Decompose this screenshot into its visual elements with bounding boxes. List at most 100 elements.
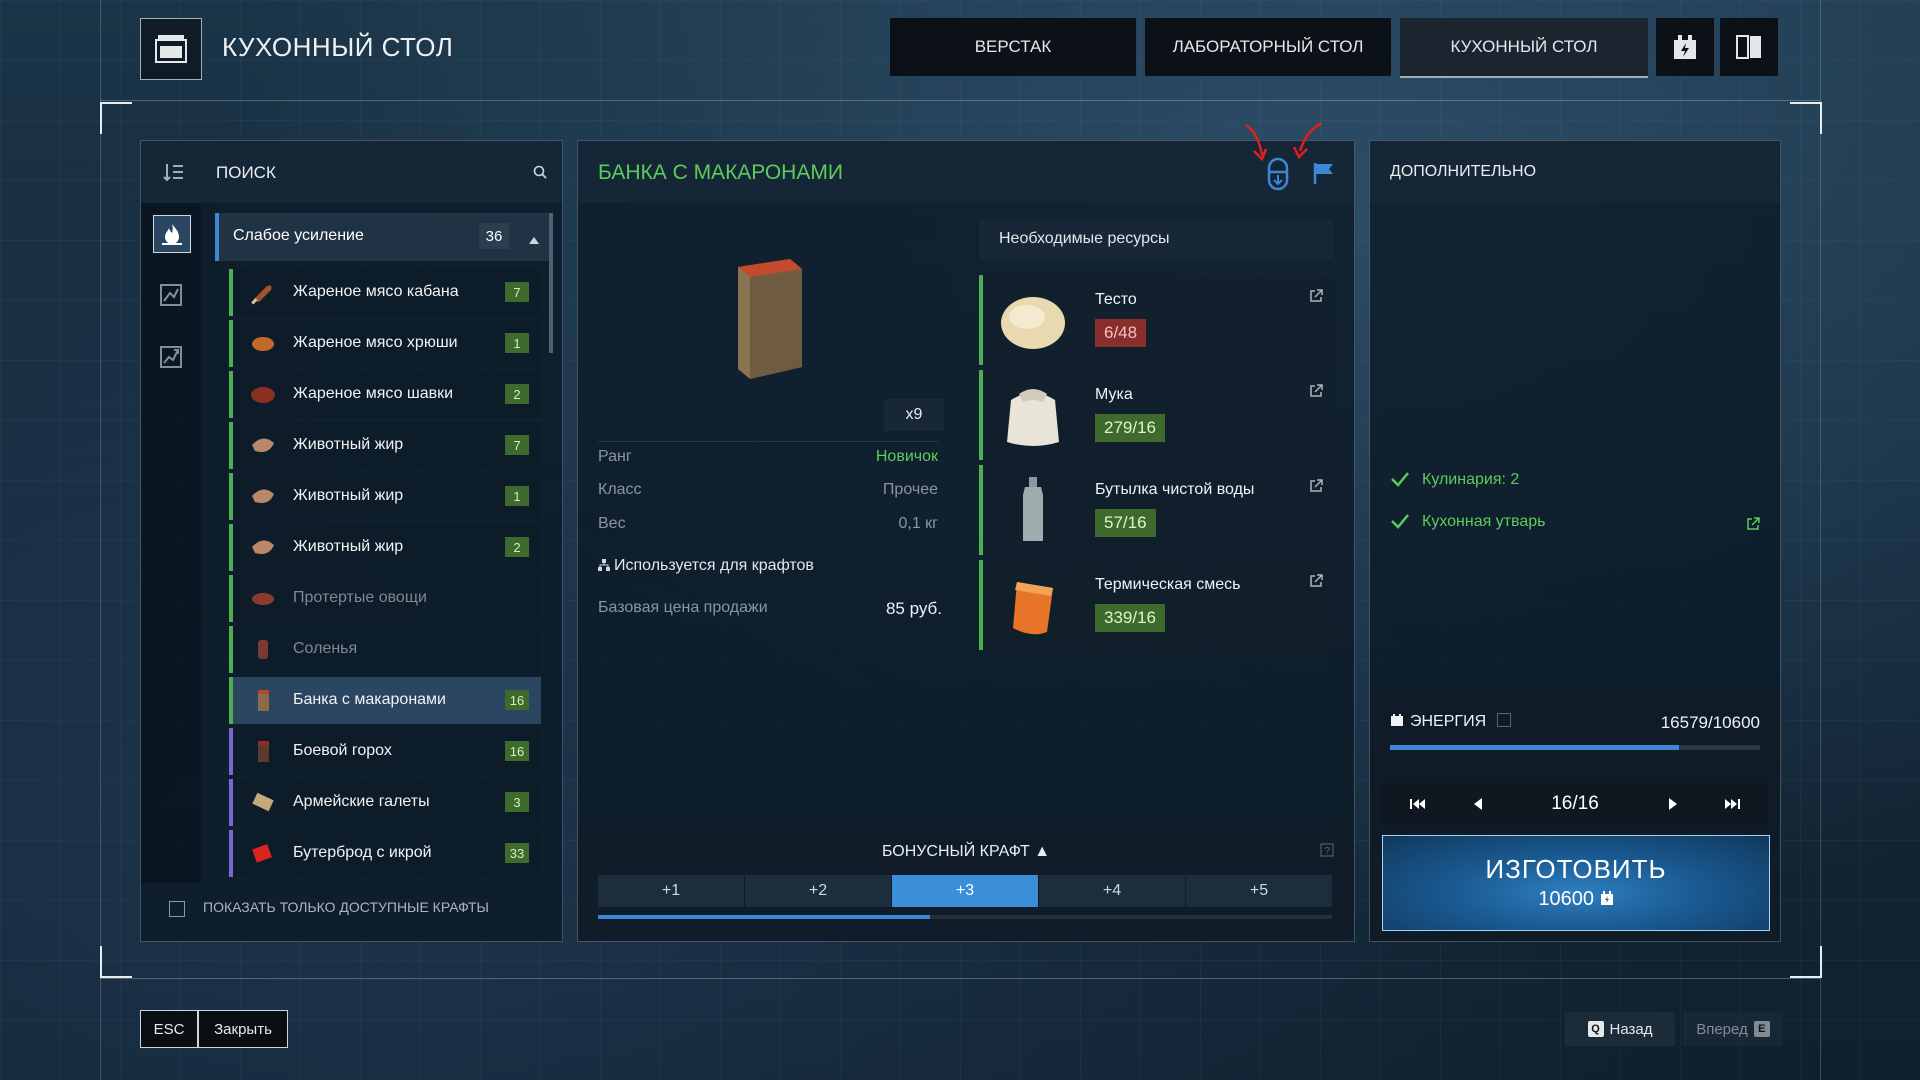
- resource-quantity: 279/16: [1095, 414, 1165, 442]
- forward-button[interactable]: Вперед E: [1683, 1012, 1783, 1046]
- check-icon: [1391, 472, 1409, 487]
- recipe-item[interactable]: Животный жир 2: [229, 524, 541, 571]
- show-available-checkbox[interactable]: [169, 901, 185, 917]
- required-resources-header: Необходимые ресурсы: [979, 219, 1333, 259]
- expand-arrow-icon: ▲: [1034, 843, 1051, 860]
- bonus-craft-title[interactable]: БОНУСНЫЙ КРАФТ ▲: [578, 843, 1354, 861]
- recipe-item[interactable]: Животный жир 7: [229, 422, 541, 469]
- output-multiplier: x9: [884, 399, 944, 431]
- resource-quantity: 57/16: [1095, 509, 1156, 537]
- recipe-group-weak-boost[interactable]: Слабое усиление 36: [215, 213, 551, 261]
- recipe-item[interactable]: Боевой горох 16: [229, 728, 541, 775]
- animal-fat-icon: [252, 540, 274, 554]
- frame-corner-bl: [100, 946, 132, 978]
- bonus-tab-2[interactable]: +2: [745, 875, 891, 907]
- last-page-icon[interactable]: [1706, 783, 1760, 825]
- open-link-icon[interactable]: [1309, 384, 1323, 398]
- resource-row[interactable]: Тесто 6/48: [979, 275, 1337, 365]
- bonus-tab-3[interactable]: +3: [892, 875, 1038, 907]
- details-header: БАНКА С МАКАРОНАМИ: [578, 141, 1354, 203]
- bonus-tab-1[interactable]: +1: [598, 875, 744, 907]
- tab-lab-table[interactable]: ЛАБОРАТОРНЫЙ СТОЛ: [1145, 18, 1391, 76]
- search-input[interactable]: ПОИСК: [216, 163, 276, 183]
- extra-panel: ДОПОЛНИТЕЛЬНО Кулинария: 2 Кухонная утва…: [1369, 140, 1781, 942]
- craft-button[interactable]: ИЗГОТОВИТЬ 10600: [1382, 835, 1770, 931]
- recipe-item[interactable]: Жареное мясо шавки 2: [229, 371, 541, 418]
- recipe-item[interactable]: Животный жир 1: [229, 473, 541, 520]
- used-for-crafts[interactable]: Используется для крафтов: [598, 557, 814, 575]
- resource-quantity: 339/16: [1095, 604, 1165, 632]
- kitchen-station-icon: [140, 18, 202, 80]
- header-divider: [100, 100, 1820, 101]
- station-title: КУХОННЫЙ СТОЛ: [222, 32, 454, 62]
- search-bar[interactable]: ПОИСК: [141, 141, 562, 203]
- category-rail: [141, 203, 201, 883]
- q-key-icon: Q: [1587, 1021, 1604, 1037]
- tab-workbench[interactable]: ВЕРСТАК: [890, 18, 1136, 76]
- check-icon: [1391, 514, 1409, 529]
- pickles-jar-icon: [258, 640, 268, 659]
- base-price-value: 85 руб.: [885, 599, 942, 618]
- tab-kitchen-table[interactable]: КУХОННЫЙ СТОЛ: [1400, 18, 1648, 78]
- category-boost-icon[interactable]: [153, 277, 189, 313]
- esc-key[interactable]: ESC: [140, 1010, 198, 1048]
- bonus-tab-5[interactable]: +5: [1186, 875, 1332, 907]
- open-link-icon[interactable]: [1309, 574, 1323, 588]
- recipe-item[interactable]: Соленья: [229, 626, 541, 673]
- sort-icon[interactable]: [163, 161, 185, 188]
- recipe-item[interactable]: Бутерброд с икрой 33: [229, 830, 541, 877]
- recipe-item[interactable]: Протертые овощи: [229, 575, 541, 622]
- category-cooking-icon[interactable]: [153, 215, 191, 253]
- first-page-icon[interactable]: [1390, 783, 1444, 825]
- footer-divider: [100, 978, 1820, 979]
- roast-meat-icon: [251, 285, 272, 305]
- frame-corner-tr: [1790, 102, 1822, 134]
- recipe-details-panel: БАНКА С МАКАРОНАМИ x9 Ранг Новичок Класс…: [577, 121, 1355, 942]
- bonus-progress-fill: [598, 915, 930, 919]
- recipe-list-panel: ПОИСК Слабое усиление 36 Жареное мясо ка…: [140, 140, 563, 942]
- journal-button[interactable]: [1720, 18, 1778, 76]
- craft-button-label: ИЗГОТОВИТЬ: [1485, 854, 1667, 884]
- e-key-icon: E: [1753, 1021, 1770, 1037]
- frame-corner-tl: [100, 102, 132, 134]
- open-link-icon[interactable]: [1746, 517, 1760, 531]
- resource-row[interactable]: Термическая смесь 339/16: [979, 560, 1337, 650]
- crackers-icon: [252, 792, 274, 812]
- roast-meat-icon: [252, 337, 274, 351]
- roast-meat-icon: [251, 387, 275, 403]
- open-link-icon[interactable]: [1309, 289, 1323, 303]
- help-icon[interactable]: ?: [1320, 843, 1334, 857]
- recipe-item[interactable]: Жареное мясо хрюши 1: [229, 320, 541, 367]
- group-count: 36: [479, 223, 509, 249]
- bonus-tab-4[interactable]: +4: [1039, 875, 1185, 907]
- caviar-sandwich-icon: [252, 844, 272, 863]
- open-link-icon[interactable]: [1309, 479, 1323, 493]
- item-title: БАНКА С МАКАРОНАМИ: [598, 161, 843, 184]
- resource-row[interactable]: Бутылка чистой воды 57/16: [979, 465, 1337, 555]
- prev-page-icon[interactable]: [1450, 783, 1504, 825]
- stat-rank: Ранг Новичок: [598, 441, 938, 472]
- recipe-item-selected[interactable]: Банка с макаронами 16: [229, 677, 541, 724]
- mashed-vegetables-icon: [252, 593, 274, 605]
- dough-icon: [1001, 297, 1065, 349]
- close-button[interactable]: Закрыть: [198, 1010, 288, 1048]
- search-icon[interactable]: [533, 165, 547, 184]
- show-available-label: ПОКАЗАТЬ ТОЛЬКО ДОСТУПНЫЕ КРАФТЫ: [203, 899, 489, 915]
- requirement-skill: Кулинария: 2: [1390, 471, 1519, 507]
- recipe-item[interactable]: Жареное мясо кабана 7: [229, 269, 541, 316]
- category-strong-boost-icon[interactable]: [153, 339, 189, 375]
- list-scrollbar[interactable]: [549, 213, 553, 353]
- craft-quantity-pager: 16/16: [1382, 783, 1768, 825]
- energy-bar-fill: [1390, 745, 1679, 750]
- next-page-icon[interactable]: [1646, 783, 1700, 825]
- back-button[interactable]: Q Назад: [1565, 1012, 1675, 1046]
- resource-row[interactable]: Мука 279/16: [979, 370, 1337, 460]
- info-icon[interactable]: [1496, 713, 1511, 727]
- pasta-can-image: [738, 259, 802, 379]
- animal-fat-icon: [252, 438, 274, 452]
- recipe-item[interactable]: Армейские галеты 3: [229, 779, 541, 826]
- craft-quantity-value[interactable]: 16/16: [1512, 783, 1638, 825]
- annotation-arrows-icon: [1245, 121, 1323, 162]
- energy-pack-button[interactable]: [1656, 18, 1714, 76]
- collapse-arrow-icon[interactable]: [529, 231, 539, 249]
